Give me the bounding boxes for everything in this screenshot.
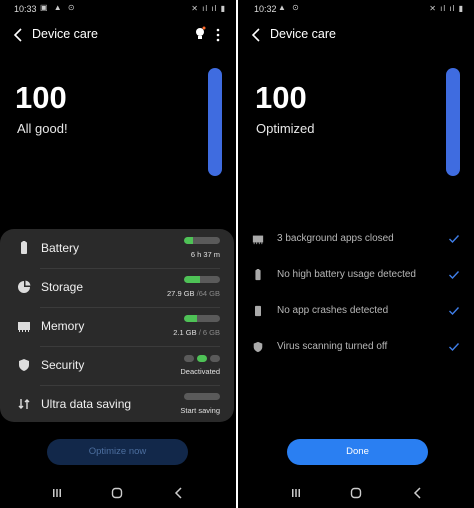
- device-status-card: Battery 6 h 37 m Storage 27.9 GB /64 GB …: [0, 229, 234, 422]
- security-label: Security: [41, 358, 85, 372]
- phone-icon: [255, 305, 261, 317]
- status-bar: 10:33 ▣ ▲ ⊙ ✕ ıl ıl ▮: [0, 0, 236, 20]
- check-icon: [449, 343, 460, 352]
- status-time: 10:33: [14, 4, 37, 14]
- storage-used: 27.9 GB: [167, 289, 195, 298]
- data-saving-gauge: [184, 393, 220, 400]
- memory-icon: [252, 235, 264, 245]
- storage-gauge: [184, 276, 220, 283]
- recents-icon[interactable]: [50, 486, 64, 500]
- battery-row[interactable]: Battery 6 h 37 m: [0, 229, 234, 268]
- notification-icons: ▲ ⊙: [278, 3, 301, 12]
- data-saving-row[interactable]: Ultra data saving Start saving: [0, 385, 234, 424]
- result-label: Virus scanning turned off: [277, 341, 388, 352]
- result-item: 3 background apps closed: [238, 231, 474, 251]
- status-bar: 10:32 ▲ ⊙ ✕ ıl ıl ▮: [238, 0, 474, 20]
- memory-gauge: [184, 315, 220, 322]
- score-status: All good!: [17, 121, 68, 136]
- data-saving-icon: [18, 399, 30, 409]
- page-title: Device care: [32, 27, 98, 41]
- back-arrow-icon[interactable]: [12, 26, 26, 44]
- memory-value: 2.1 GB / 6 GB: [173, 328, 220, 337]
- system-status-icons: ✕ ıl ıl ▮: [191, 4, 226, 13]
- lightbulb-icon[interactable]: [194, 26, 206, 42]
- score-value: 100: [15, 80, 67, 115]
- storage-value: 27.9 GB /64 GB: [167, 289, 220, 298]
- storage-icon: [18, 280, 31, 293]
- battery-icon: [21, 241, 27, 254]
- security-value: Deactivated: [180, 367, 220, 376]
- memory-icon: [18, 322, 30, 332]
- device-care-screen-right: 10:32 ▲ ⊙ ✕ ıl ıl ▮ Device care 100 Opti…: [238, 0, 474, 508]
- result-item: No high battery usage detected: [238, 267, 474, 287]
- recents-icon[interactable]: [289, 486, 303, 500]
- back-arrow-icon[interactable]: [250, 26, 264, 44]
- status-time: 10:32: [254, 4, 277, 14]
- notification-icons: ▣ ▲ ⊙: [40, 3, 77, 12]
- memory-label: Memory: [41, 319, 85, 333]
- result-label: No high battery usage detected: [277, 269, 416, 280]
- battery-value: 6 h 37 m: [190, 250, 220, 259]
- home-icon[interactable]: [349, 486, 363, 500]
- navigation-bar: [238, 478, 474, 508]
- data-saving-label: Ultra data saving: [41, 397, 132, 411]
- done-button[interactable]: Done: [287, 439, 428, 465]
- back-icon[interactable]: [172, 486, 186, 500]
- optimize-now-button[interactable]: Optimize now: [47, 439, 188, 465]
- memory-total: / 6 GB: [198, 328, 220, 337]
- result-item: Virus scanning turned off: [238, 339, 474, 359]
- memory-used: 2.1 GB: [173, 328, 197, 337]
- battery-label: Battery: [41, 241, 80, 255]
- score-value: 100: [255, 80, 307, 115]
- storage-total: /64 GB: [196, 289, 220, 298]
- home-icon[interactable]: [110, 486, 124, 500]
- result-item: No app crashes detected: [238, 303, 474, 323]
- battery-gauge: [184, 237, 220, 244]
- security-row[interactable]: Security Deactivated: [0, 346, 234, 385]
- result-label: No app crashes detected: [277, 305, 389, 316]
- storage-row[interactable]: Storage 27.9 GB /64 GB: [0, 268, 234, 307]
- check-icon: [449, 235, 460, 244]
- battery-icon: [255, 269, 261, 281]
- score-status: Optimized: [256, 121, 315, 136]
- memory-row[interactable]: Memory 2.1 GB / 6 GB: [0, 307, 234, 346]
- more-options-icon[interactable]: [216, 28, 220, 42]
- score-bar: [208, 68, 222, 176]
- check-icon: [449, 307, 460, 316]
- shield-icon: [253, 341, 263, 353]
- score-bar: [446, 68, 460, 176]
- result-label: 3 background apps closed: [277, 233, 394, 244]
- header: Device care: [238, 26, 474, 46]
- shield-icon: [19, 359, 29, 371]
- device-care-screen-left: 10:33 ▣ ▲ ⊙ ✕ ıl ıl ▮ Device care 100 Al…: [0, 0, 236, 508]
- back-icon[interactable]: [411, 486, 425, 500]
- storage-label: Storage: [41, 280, 84, 294]
- system-status-icons: ✕ ıl ıl ▮: [429, 4, 464, 13]
- data-saving-value: Start saving: [180, 406, 220, 415]
- header: Device care: [0, 26, 236, 46]
- check-icon: [449, 271, 460, 280]
- navigation-bar: [0, 478, 236, 508]
- security-indicator: [184, 355, 220, 362]
- page-title: Device care: [270, 27, 336, 41]
